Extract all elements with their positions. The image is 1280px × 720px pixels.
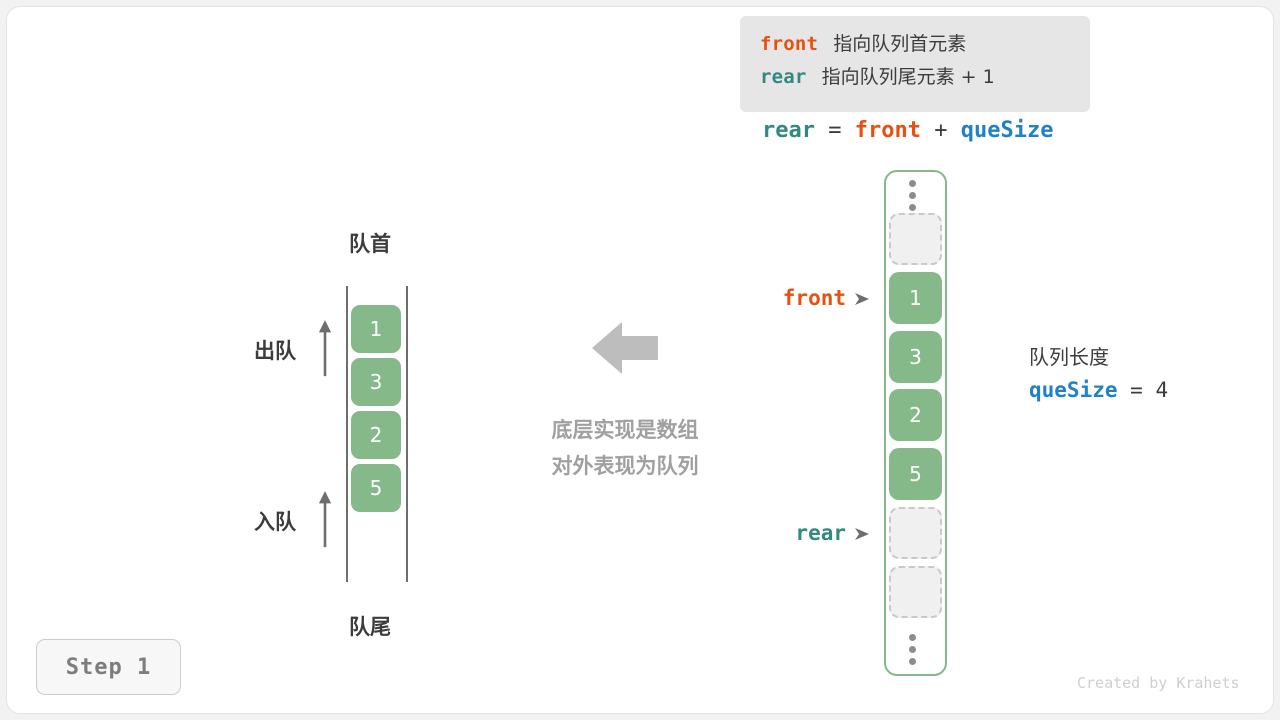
diagram-canvas: front 指向队列首元素 rear 指向队列尾元素 + 1 rear = fr… [0,0,1280,720]
queue-cell: 5 [351,464,401,512]
rear-pointer-arrow-icon [855,528,869,540]
array-slot [889,213,942,265]
enqueue-label: 入队 [254,510,296,534]
quesize-value: 4 [1155,378,1169,402]
queue-tail-label: 队尾 [349,615,391,639]
front-definition-line: front 指向队列首元素 [760,28,1072,61]
array-slot: 1 [889,272,942,324]
queue-rail-left [346,286,348,582]
array-top-ellipsis-icon [909,180,917,216]
formula-equals: = [828,118,842,143]
array-slot [889,507,942,559]
array-slot: 5 [889,448,942,500]
queue-cell: 1 [351,305,401,353]
pointer-definition-box: front 指向队列首元素 rear 指向队列尾元素 + 1 [740,16,1090,112]
rear-pointer-label: rear [795,521,846,545]
credit-text: Created by Krahets [1077,674,1240,692]
formula-plus: + [934,118,948,143]
front-definition-text: 指向队列首元素 [833,33,967,55]
front-pointer-label: front [782,286,846,310]
rear-definition-line: rear 指向队列尾元素 + 1 [760,61,1072,94]
rear-formula: rear = front + queSize [762,118,1053,143]
queue-size-title: 队列长度 [1029,345,1109,369]
formula-quesize: queSize [960,118,1054,143]
queue-size-expression: queSize = 4 [1029,373,1168,407]
step-badge: Step 1 [36,639,181,695]
quesize-variable: queSize [1029,378,1118,402]
enqueue-arrow-icon [318,491,332,548]
array-slot [889,566,942,618]
dequeue-arrow-icon [318,320,332,377]
queue-cell: 3 [351,358,401,406]
queue-rail-right [406,286,408,582]
implementation-caption: 底层实现是数组 对外表现为队列 [529,412,721,484]
front-keyword: front [760,33,819,55]
front-pointer-arrow-icon [855,293,869,305]
queue-size-note: 队列长度 queSize = 4 [1029,341,1168,407]
rear-definition-text: 指向队列尾元素 + 1 [821,66,995,88]
implementation-caption-line2: 对外表现为队列 [551,454,699,478]
array-slot: 2 [889,389,942,441]
queue-head-label: 队首 [349,232,391,256]
formula-front: front [854,118,921,143]
rear-keyword: rear [760,66,807,88]
quesize-equals: = [1130,378,1143,402]
array-bottom-ellipsis-icon [909,634,917,670]
queue-cell: 2 [351,411,401,459]
implementation-caption-line1: 底层实现是数组 [551,418,699,442]
array-slot: 3 [889,331,942,383]
dequeue-label: 出队 [254,339,296,363]
formula-rear: rear [762,118,815,143]
implementation-arrow-icon [592,322,658,374]
